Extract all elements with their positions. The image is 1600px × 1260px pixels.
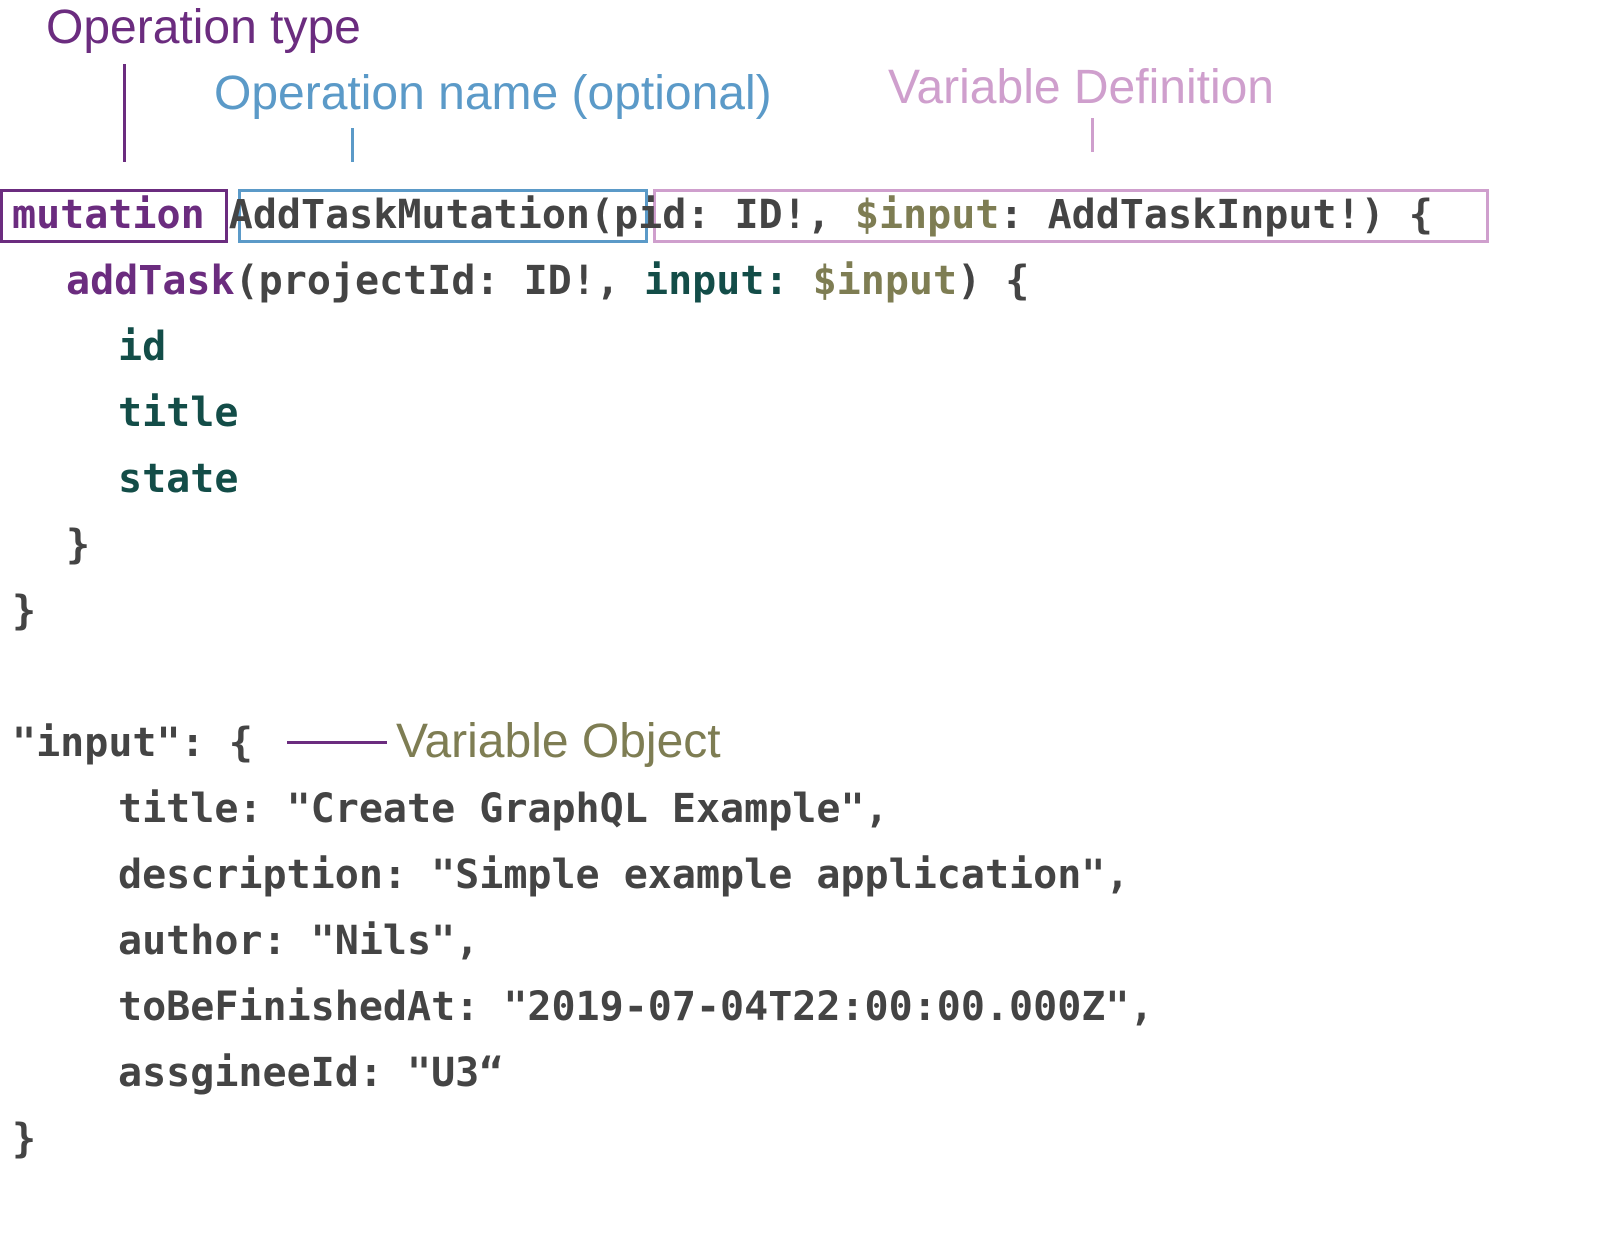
code-line-inner-close: } [66,522,91,568]
variables-title-line: title: "Create GraphQL Example", [118,786,889,832]
code-line-title: title [118,390,239,436]
code-line-mutation: mutation AddTaskMutation(pid: ID!, $inpu… [12,182,1433,248]
field-args-open: (projectId: ID!, [234,258,644,304]
variable-def-open: (pid: ID!, [589,192,855,238]
variable-object-label: Variable Object [396,715,721,768]
code-line-outer-close: } [12,588,37,634]
code-line-id: id [118,324,167,370]
variable-def-close: ) { [1360,192,1433,238]
operation-name-label: Operation name (optional) [214,67,772,120]
operation-keyword: mutation [12,192,205,238]
arg-space [788,258,812,304]
operation-name-connector [351,128,354,162]
variables-open: "input": { [12,720,253,766]
variables-author-line: author: "Nils", [118,918,480,964]
operation-type-connector [123,64,126,162]
variable-object-connector [287,741,387,744]
variable-def-input: $input [854,192,1000,238]
arg-value: $input [812,258,958,304]
variable-def-type: AddTaskInput! [1047,192,1361,238]
variable-definition-connector [1091,118,1094,152]
field-name: addTask [66,258,235,304]
variable-def-colon: : [999,192,1048,238]
operation-name: AddTaskMutation [228,192,590,238]
variables-assignee-line: assgineeId: "U3“ [118,1050,504,1096]
arg-name: input: [643,258,789,304]
code-line-state: state [118,456,239,502]
variable-definition-label: Variable Definition [888,61,1274,114]
variables-description-line: description: "Simple example application… [118,852,1130,898]
variables-close: } [12,1116,37,1162]
variables-tobefinished-line: toBeFinishedAt: "2019-07-04T22:00:00.000… [118,984,1154,1030]
operation-type-label: Operation type [46,1,361,54]
code-line-addtask: addTask(projectId: ID!, input: $input) { [66,248,1029,314]
field-args-close: ) { [957,258,1030,304]
